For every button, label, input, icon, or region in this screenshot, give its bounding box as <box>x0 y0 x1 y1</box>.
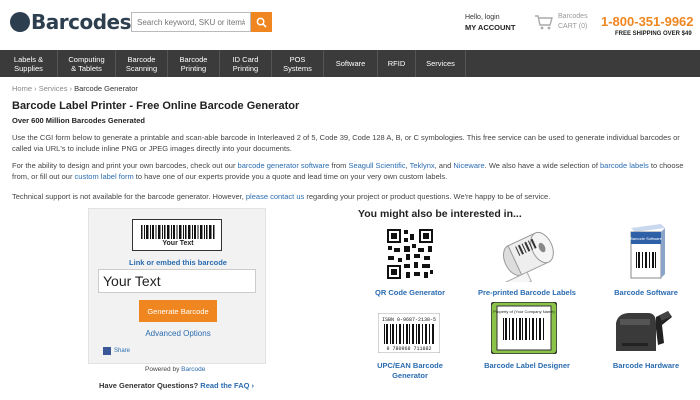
greeting-text: Hello, login <box>465 14 500 21</box>
contact-us-link[interactable]: please contact us <box>246 192 304 201</box>
intro-paragraph: Use the CGI form below to generate a pri… <box>12 133 680 153</box>
embed-barcode-link[interactable]: Link or embed this barcode <box>89 258 267 267</box>
account-link[interactable]: Hello, login MY ACCOUNT <box>465 13 515 33</box>
nav-item-software[interactable]: Software <box>324 50 378 77</box>
software-box-image[interactable]: Barcode Software <box>625 222 669 280</box>
search-bar <box>131 12 272 32</box>
qr-code-image[interactable] <box>386 228 434 280</box>
barcode-preview-bars <box>141 225 215 239</box>
barcode-generator-panel: Your Text Link or embed this barcode Gen… <box>88 208 266 364</box>
breadcrumb-services[interactable]: Services <box>39 84 68 93</box>
nav-item-rfid[interactable]: RFID <box>378 50 416 77</box>
niceware-link[interactable]: Niceware <box>453 161 484 170</box>
teklynx-link[interactable]: Teklynx <box>410 161 435 170</box>
facebook-icon <box>103 347 111 355</box>
powered-by-link[interactable]: Barcode <box>181 366 205 373</box>
barcode-hardware-image[interactable] <box>612 303 674 357</box>
site-logo[interactable]: Barcodes <box>10 9 131 35</box>
logo-mark <box>10 12 30 32</box>
faq-prompt: Have Generator Questions? Read the FAQ › <box>99 381 255 390</box>
cart-label: Barcodes <box>558 13 588 20</box>
generate-barcode-button[interactable]: Generate Barcode <box>139 300 217 322</box>
product-link-designer[interactable]: Barcode Label Designer <box>470 361 584 371</box>
nav-item-scanning[interactable]: Barcode Scanning <box>116 50 168 77</box>
custom-label-form-link[interactable]: custom label form <box>75 172 134 181</box>
barcode-preview-text: Your Text <box>162 240 194 247</box>
faq-link[interactable]: Read the FAQ › <box>200 381 254 390</box>
facebook-share-button[interactable]: Share <box>103 347 130 355</box>
nav-item-services[interactable]: Services <box>416 50 466 77</box>
powered-by: Powered by Barcode <box>145 366 206 373</box>
advanced-options-link[interactable]: Advanced Options <box>89 329 267 338</box>
software-box-label: Barcode Software <box>630 236 663 241</box>
barcode-generator-software-link[interactable]: barcode generator software <box>238 161 330 170</box>
nav-item-pos[interactable]: POS Systems <box>272 50 324 77</box>
share-label: Share <box>114 348 131 354</box>
support-paragraph: Technical support is not available for t… <box>12 192 551 201</box>
software-paragraph: For the ability to design and print your… <box>12 161 684 181</box>
product-link-software[interactable]: Barcode Software <box>600 288 692 298</box>
upc-isbn-text: ISBN 0-9687-2138-5 <box>382 317 436 323</box>
cart-count: CART (0) <box>558 23 588 30</box>
product-link-hardware[interactable]: Barcode Hardware <box>600 361 692 371</box>
label-designer-image[interactable]: Property of (Your Company Name) <box>491 302 557 354</box>
cart-link[interactable]: Barcodes CART (0) <box>534 12 588 32</box>
page-title: Barcode Label Printer - Free Online Barc… <box>12 100 300 112</box>
nav-item-id-card[interactable]: ID Card Printing <box>220 50 272 77</box>
suggestions-heading: You might also be interested in... <box>358 208 522 220</box>
barcode-preview: Your Text <box>132 219 222 251</box>
nav-item-computing[interactable]: Computing & Tablets <box>58 50 116 77</box>
shipping-banner: FREE SHIPPING OVER $49 <box>615 31 692 37</box>
label-rolls-image[interactable] <box>497 224 559 282</box>
product-link-qr[interactable]: QR Code Generator <box>366 288 454 298</box>
product-link-labels[interactable]: Pre-printed Barcode Labels <box>470 288 584 298</box>
nav-item-printing[interactable]: Barcode Printing <box>168 50 220 77</box>
upc-barcode-image[interactable]: ISBN 0-9687-2138-5 9 780968 711882 <box>378 313 440 353</box>
my-account-text: MY ACCOUNT <box>465 23 516 32</box>
page-subtitle: Over 600 Million Barcodes Generated <box>12 116 145 125</box>
barcode-labels-link[interactable]: barcode labels <box>600 161 649 170</box>
breadcrumb: Home › Services › Barcode Generator <box>12 84 138 93</box>
product-link-upc[interactable]: UPC/EAN Barcode Generator <box>366 361 454 381</box>
upc-digits-text: 9 780968 711882 <box>386 346 431 352</box>
seagull-link[interactable]: Seagull Scientific <box>348 161 405 170</box>
search-icon <box>256 17 267 28</box>
barcode-text-input[interactable] <box>98 269 256 293</box>
search-input[interactable] <box>131 12 251 32</box>
breadcrumb-current: Barcode Generator <box>74 84 138 93</box>
breadcrumb-home[interactable]: Home <box>12 84 32 93</box>
logo-text: Barcodes <box>31 10 131 34</box>
site-header: Barcodes Hello, login MY ACCOUNT Barcode… <box>0 0 700 48</box>
nav-item-labels[interactable]: Labels & Supplies <box>0 50 58 77</box>
designer-label-text: Property of (Your Company Name) <box>493 309 555 314</box>
cart-icon <box>535 15 553 30</box>
main-nav: Labels & Supplies Computing & Tablets Ba… <box>0 50 700 77</box>
phone-number[interactable]: 1-800-351-9962 <box>601 14 694 29</box>
search-button[interactable] <box>251 12 272 32</box>
